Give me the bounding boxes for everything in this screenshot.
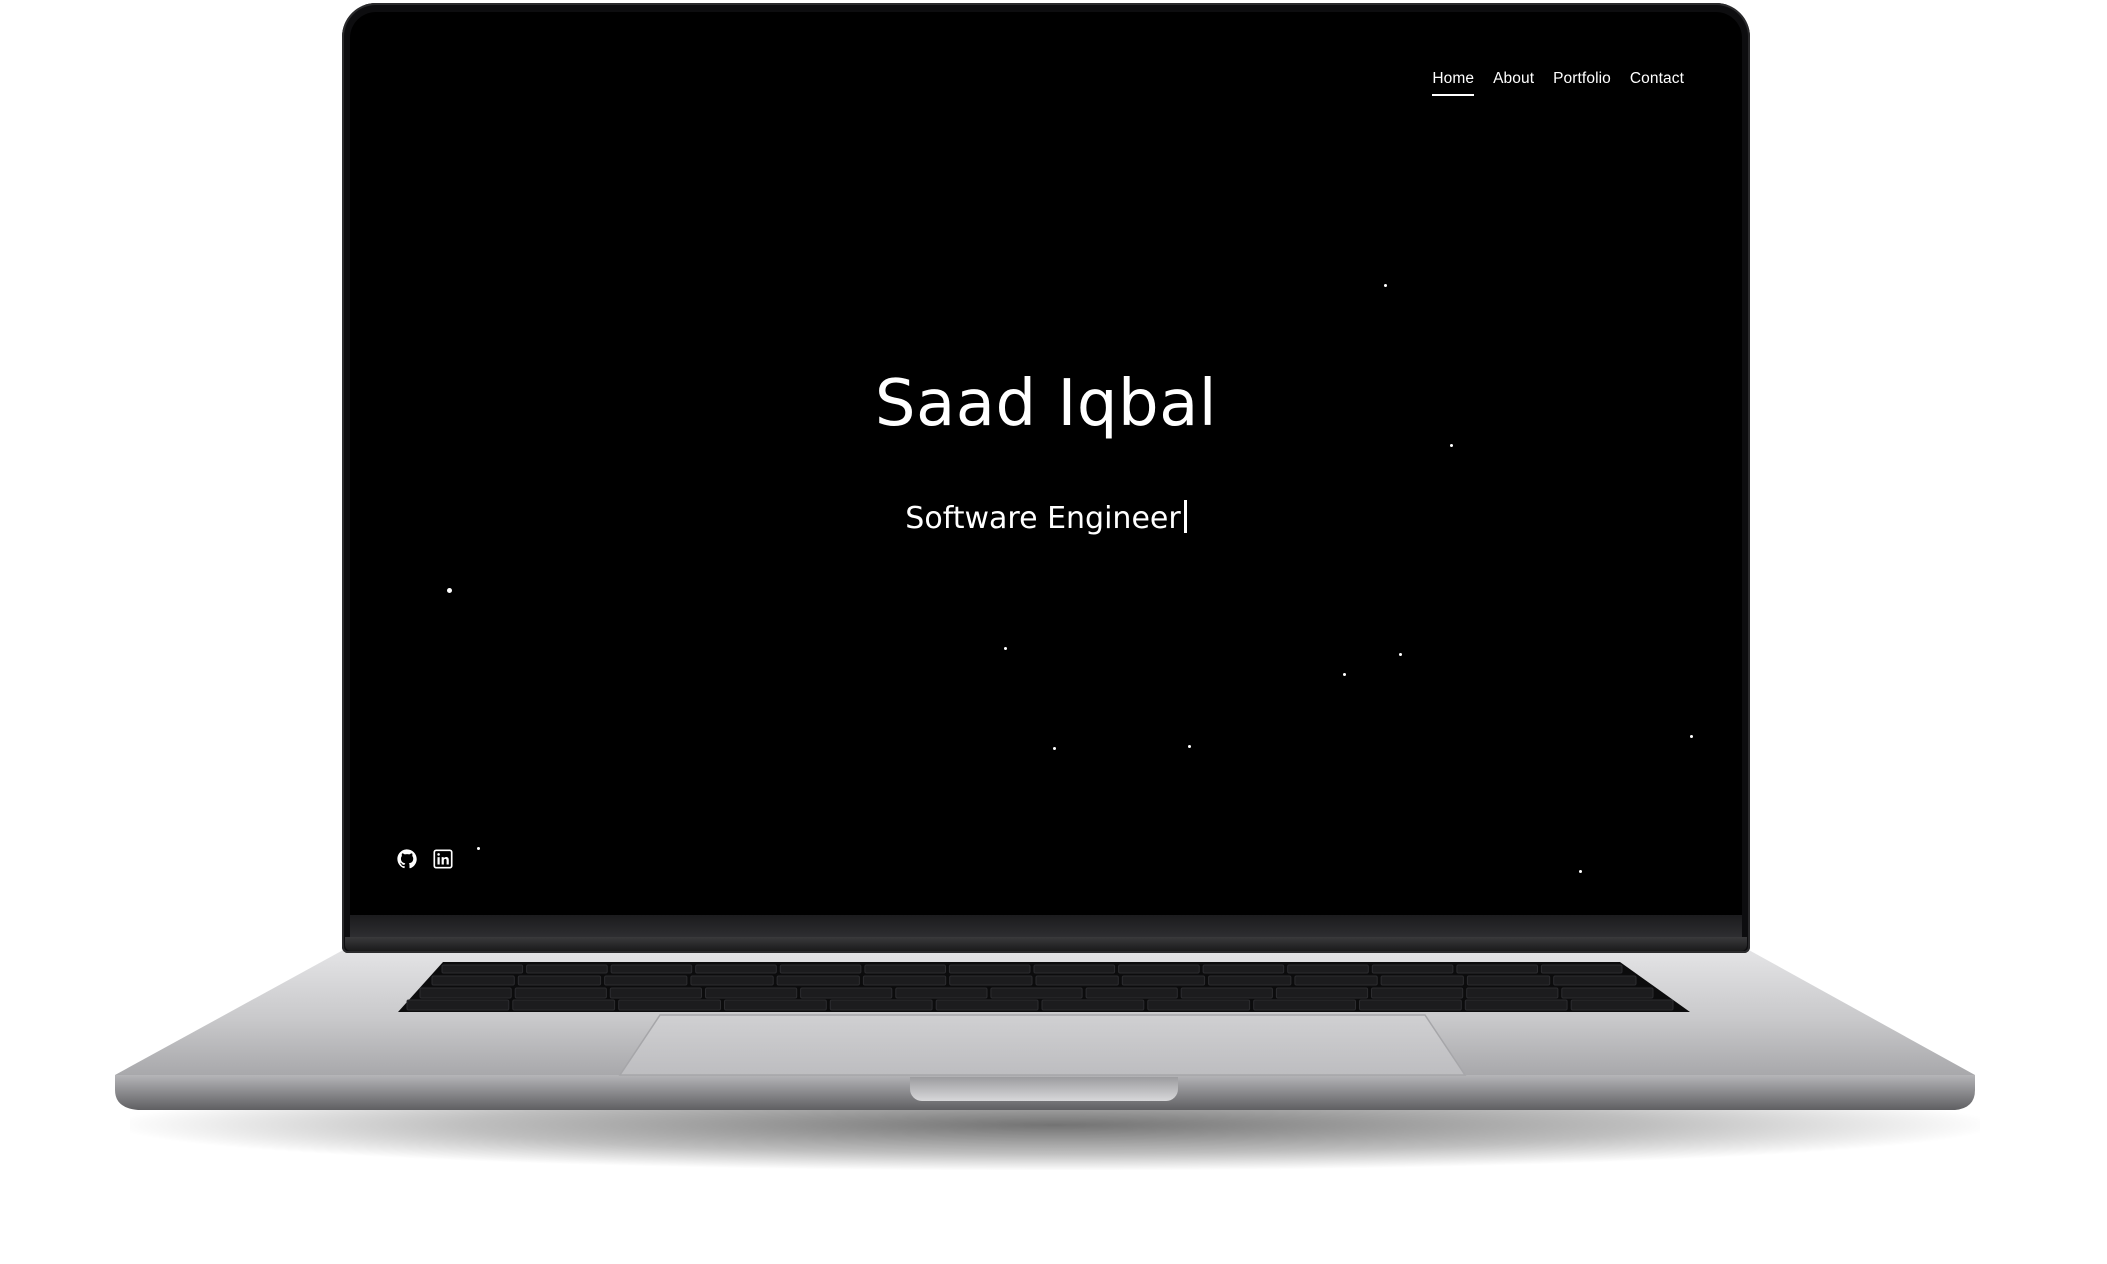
keyboard-key <box>1540 964 1623 974</box>
star <box>1450 444 1453 447</box>
keyboard-key <box>406 999 510 1011</box>
keyboard-key <box>695 964 777 974</box>
keyboard-key <box>609 987 702 999</box>
keyboard-key <box>690 975 774 986</box>
keyboard-key <box>864 964 947 974</box>
keyboard-key <box>517 975 602 986</box>
keyboard-key <box>1466 975 1551 986</box>
nav-portfolio-link[interactable]: Portfolio <box>1553 70 1611 96</box>
nav-home-link[interactable]: Home <box>1432 70 1475 96</box>
keyboard-key <box>526 964 608 974</box>
keyboard-key <box>1380 975 1464 986</box>
star <box>1188 745 1191 748</box>
keyboard-key <box>1085 987 1178 999</box>
keyboard-key <box>618 999 722 1011</box>
keyboard-key <box>1253 999 1356 1011</box>
keyboard-key <box>1275 987 1369 999</box>
keyboard-key <box>1118 964 1200 974</box>
keyboard-key <box>604 975 688 986</box>
keyboard-key <box>724 999 827 1011</box>
hero-name: Saad Iqbal <box>874 367 1218 441</box>
typing-cursor <box>1183 500 1187 533</box>
keyboard-key <box>1466 987 1559 999</box>
keyboard-key <box>779 964 862 974</box>
keyboard-key <box>1570 999 1674 1011</box>
star <box>447 588 452 593</box>
star <box>1399 653 1402 656</box>
keyboard-key <box>1294 975 1378 986</box>
star <box>1343 673 1346 676</box>
keyboard-key <box>776 975 860 986</box>
keyboard-key <box>1041 999 1145 1011</box>
keyboard-key <box>1147 999 1251 1011</box>
github-icon[interactable] <box>396 848 418 870</box>
keyboard-key <box>935 999 1039 1011</box>
keyboard-key <box>990 987 1083 999</box>
keyboard-key <box>705 987 798 999</box>
keyboard-key <box>1371 987 1464 999</box>
keyboard-key <box>829 999 933 1011</box>
keyboard-key <box>1033 964 1116 974</box>
keyboard-key <box>1456 964 1539 974</box>
keyboard-key <box>1035 975 1119 986</box>
keyboard-key <box>514 987 607 999</box>
website-screen: Home About Portfolio Contact Saad Iqbal … <box>350 12 1742 915</box>
keyboard-key <box>1553 975 1637 986</box>
keyboard-key <box>895 987 988 999</box>
keyboard-key <box>862 975 947 986</box>
keyboard-key <box>419 987 512 999</box>
linkedin-icon[interactable] <box>432 848 454 870</box>
screen-bezel-bottom <box>350 915 1742 937</box>
keyboard-key <box>1359 999 1462 1011</box>
lid-opening-notch <box>910 1077 1178 1101</box>
laptop-mockup: Home About Portfolio Contact Saad Iqbal … <box>0 0 2107 1264</box>
keyboard-key <box>1121 975 1206 986</box>
nav-about-link[interactable]: About <box>1493 70 1534 96</box>
keyboard-key <box>800 987 893 999</box>
social-links <box>396 848 454 870</box>
star <box>1384 284 1387 287</box>
keyboard-key <box>1287 964 1369 974</box>
keyboard-key <box>1202 964 1285 974</box>
keyboard-key <box>431 975 515 986</box>
star <box>1690 735 1693 738</box>
nav-contact-link[interactable]: Contact <box>1630 70 1684 96</box>
keyboard-key <box>610 964 693 974</box>
hero-role: Software Engineer <box>905 501 1181 536</box>
keyboard-key <box>1180 987 1273 999</box>
star <box>1579 870 1582 873</box>
keyboard-key <box>948 964 1031 974</box>
star <box>477 847 480 850</box>
keyboard-key <box>949 975 1033 986</box>
star <box>1053 747 1056 750</box>
keyboard-key <box>1371 964 1454 974</box>
keyboard-key <box>441 964 524 974</box>
hero-role-wrapper: Software Engineer <box>350 500 1742 536</box>
main-nav: Home About Portfolio Contact <box>1432 70 1684 96</box>
hinge <box>345 937 1747 951</box>
star <box>1004 647 1007 650</box>
keyboard-key <box>512 999 616 1011</box>
keyboard-key <box>1208 975 1292 986</box>
keyboard-key <box>1561 987 1654 999</box>
keyboard-key <box>1464 999 1568 1011</box>
